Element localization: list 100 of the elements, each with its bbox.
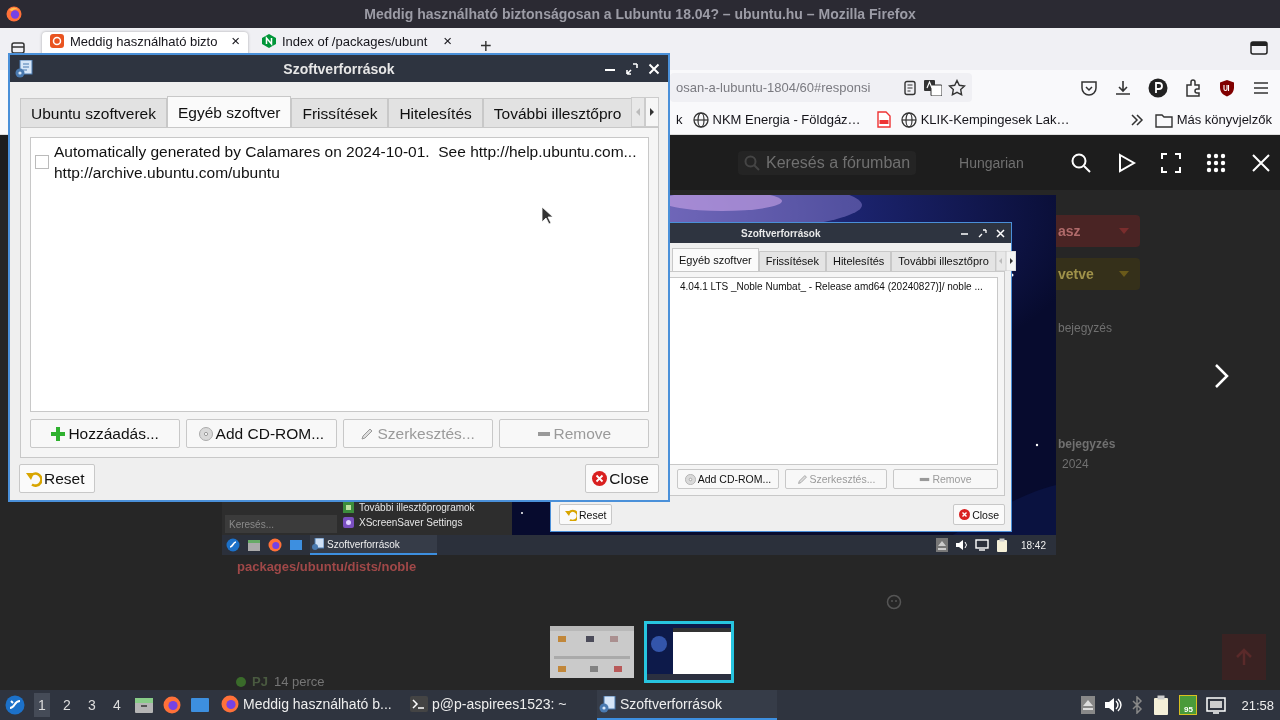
volume-icon[interactable]	[954, 539, 968, 551]
eject-icon[interactable]	[1081, 696, 1096, 714]
bookmark[interactable]: k	[676, 112, 683, 127]
window-title: Meddig használható biztonságosan a Lubuntu 18.04? – ubuntu.hu – Mozilla Firefox	[364, 6, 916, 22]
desktop-icon[interactable]	[190, 696, 210, 714]
button[interactable]: Hozzáadás...	[30, 419, 181, 448]
close-button[interactable]: Close	[585, 464, 659, 493]
tab[interactable]: Egyéb szoftver	[672, 248, 759, 271]
workspace-button[interactable]: 1	[34, 693, 50, 717]
folder-icon	[1154, 111, 1173, 128]
download-icon[interactable]	[1114, 78, 1132, 97]
checkbox[interactable]	[35, 155, 49, 169]
tab[interactable]: Frissítések	[291, 98, 389, 127]
tab[interactable]: Hitelesítés	[825, 251, 892, 271]
bookmark-folder[interactable]: Más könyvjelzők	[1154, 111, 1272, 128]
close-icon[interactable]	[1249, 151, 1272, 174]
globe-icon	[692, 111, 709, 128]
online-dot-icon	[236, 676, 246, 687]
clock: 21:58	[1241, 697, 1274, 713]
scroll-right-icon[interactable]	[645, 97, 659, 127]
clipboard-icon[interactable]	[995, 538, 1008, 552]
scroll-right-icon[interactable]	[1005, 251, 1016, 271]
bookmark[interactable]: NKM Energia - Földgáz…	[692, 111, 861, 128]
tab[interactable]: Ubuntu szoftverek	[20, 98, 167, 127]
post-text: 2024	[1062, 457, 1089, 471]
source-entry[interactable]: 4.04.1 LTS _Noble Numbat_ - Release amd64 (20240827)]/ noble ...	[680, 281, 997, 292]
tab[interactable]: Frissítések	[758, 251, 826, 271]
reset-button[interactable]: Reset	[559, 504, 613, 525]
search-icon[interactable]	[1069, 151, 1092, 174]
app-icon	[599, 695, 616, 713]
new-tab-button[interactable]: +	[480, 36, 492, 56]
tab[interactable]: Egyéb szoftver	[166, 96, 292, 127]
pdf-file-icon[interactable]	[876, 111, 891, 128]
reset-button[interactable]: Reset	[19, 464, 95, 493]
taskbar-item[interactable]: Szoftverforrások	[310, 535, 437, 555]
fullscreen-icon[interactable]	[1159, 151, 1182, 174]
bluetooth-icon[interactable]	[1131, 696, 1144, 714]
file-manager-icon[interactable]	[134, 696, 154, 714]
grid-icon[interactable]	[1204, 151, 1227, 174]
star-icon[interactable]	[948, 78, 966, 97]
network-icon[interactable]	[1206, 696, 1227, 714]
translate-icon[interactable]	[924, 79, 942, 96]
chevrons-icon[interactable]	[1128, 112, 1145, 127]
button[interactable]: Add CD-ROM...	[186, 419, 337, 448]
close-tab-button[interactable]: ×	[443, 34, 452, 48]
pencil-icon	[796, 473, 808, 485]
desktop-icon[interactable]	[289, 538, 303, 552]
post-text: bejegyzés	[1058, 437, 1116, 451]
cursor-icon	[541, 206, 553, 224]
profile-avatar-icon[interactable]	[1148, 77, 1168, 98]
start-menu-icon[interactable]	[226, 538, 240, 552]
address-bar[interactable]: osan-a-lubuntu-1804/60#responsi	[670, 73, 972, 102]
tab[interactable]: További illesztőpro	[482, 98, 631, 127]
start-menu-icon[interactable]	[5, 695, 25, 715]
extensions-icon[interactable]	[1184, 78, 1202, 97]
post-text: bejegyzés	[1058, 321, 1113, 335]
close-icon[interactable]	[996, 228, 1005, 238]
tab-title: Index of /packages/ubunt	[282, 34, 429, 49]
reader-view-icon[interactable]	[902, 79, 918, 96]
site-letter-icon	[262, 34, 276, 48]
eject-icon[interactable]	[935, 538, 948, 552]
close-tab-button[interactable]: ×	[231, 34, 240, 48]
chip-icon	[343, 502, 354, 513]
tab-list-icon[interactable]	[10, 40, 26, 56]
source-comment: Automatically generated by Calamares on 2024-10-01. See http://help.ubuntu.com...	[54, 142, 637, 162]
window-icon[interactable]	[1250, 40, 1268, 56]
plus-icon	[51, 426, 66, 441]
display-icon[interactable]	[974, 539, 989, 551]
close-circle-icon	[959, 509, 971, 520]
tab[interactable]: Hitelesítés	[388, 98, 483, 127]
workspace-button[interactable]: 4	[109, 693, 125, 717]
taskbar-item[interactable]: p@p-aspirees1523: ~	[408, 690, 588, 720]
battery-indicator[interactable]: 95	[1179, 695, 1198, 715]
app-icon	[15, 59, 33, 78]
bookmark[interactable]: KLIK-Kempingesek Lak…	[900, 111, 1070, 128]
tab-title: Meddig használható bizto	[70, 34, 219, 49]
terminal-icon	[410, 696, 428, 712]
close-icon[interactable]	[648, 62, 660, 75]
workspace-button[interactable]: 3	[84, 693, 100, 717]
volume-icon[interactable]	[1104, 697, 1123, 713]
close-button[interactable]: Close	[953, 504, 1005, 525]
shield-icon[interactable]	[1218, 78, 1236, 97]
firefox-logo-icon[interactable]	[268, 538, 282, 552]
clipboard-icon[interactable]	[1152, 695, 1171, 715]
maximize-icon[interactable]	[978, 228, 987, 238]
globe-icon	[900, 111, 917, 128]
arrow-up-icon	[1234, 647, 1254, 667]
url-text: osan-a-lubuntu-1804/60#responsi	[676, 80, 872, 95]
pocket-icon[interactable]	[1080, 78, 1098, 97]
workspace-button[interactable]: 2	[59, 693, 75, 717]
button[interactable]: Add CD-ROM...	[677, 469, 779, 489]
undo-icon	[565, 508, 577, 521]
taskbar-item[interactable]: Szoftverforrások	[597, 690, 777, 720]
firefox-logo-icon[interactable]	[163, 696, 181, 714]
menu-item[interactable]: XScreenSaver Settings	[343, 517, 475, 528]
menu-item[interactable]: További illesztőprogramok	[343, 502, 475, 513]
taskbar-item[interactable]: Meddig használható b...	[219, 690, 399, 720]
maximize-icon[interactable]	[626, 62, 638, 75]
tab[interactable]: További illesztőpro	[891, 251, 996, 271]
file-manager-icon[interactable]	[247, 538, 261, 552]
